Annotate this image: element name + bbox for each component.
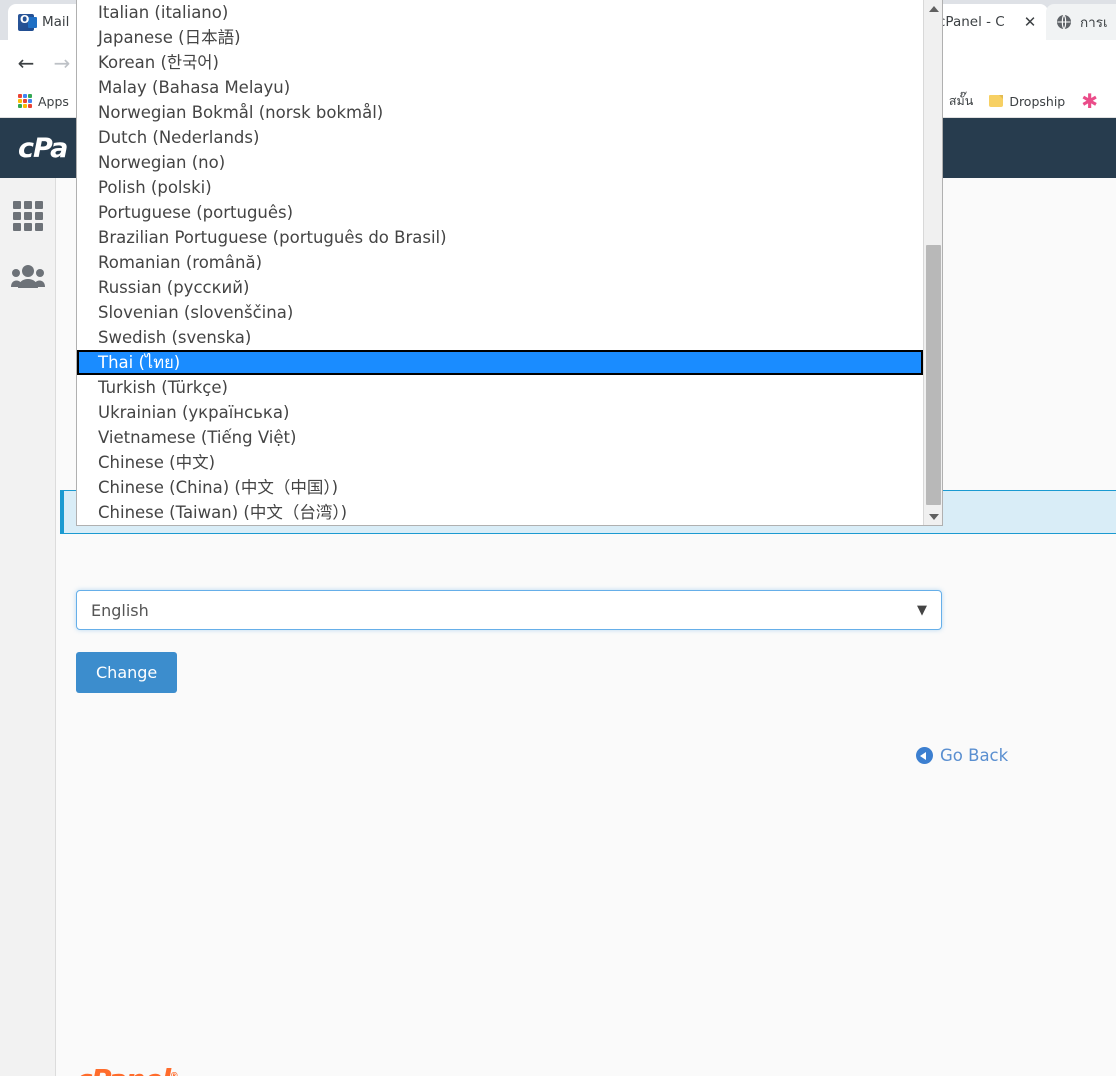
dropdown-option[interactable]: Ukrainian (українська) <box>77 400 923 425</box>
bookmark-label: Apps <box>38 93 69 109</box>
sidebar-item-apps[interactable] <box>12 200 44 232</box>
dropdown-option[interactable]: Malay (Bahasa Melayu) <box>77 75 923 100</box>
chevron-down-icon: ▼ <box>917 602 927 618</box>
browser-tab-title: การเ <box>1080 15 1108 31</box>
dropdown-option[interactable]: Romanian (română) <box>77 250 923 275</box>
bookmark-dropship[interactable]: Dropship <box>981 89 1073 113</box>
dropdown-option[interactable]: Vietnamese (Tiếng Việt) <box>77 425 923 450</box>
close-icon[interactable]: ✕ <box>1022 14 1038 30</box>
browser-tab-cpanel[interactable]: cPanel - C ✕ <box>928 4 1048 40</box>
bookmark-thai[interactable]: สมั๊น <box>941 89 981 113</box>
dropdown-option[interactable]: Polish (polski) <box>77 175 923 200</box>
back-icon[interactable]: ← <box>8 45 44 81</box>
cpanel-logo: cPa <box>18 132 68 164</box>
dropdown-option[interactable]: Portuguese (português) <box>77 200 923 225</box>
dropdown-option[interactable]: Chinese (中文) <box>77 450 923 475</box>
dropdown-option[interactable]: Slovenian (slovenščina) <box>77 300 923 325</box>
browser-tab-title: Mail <box>42 14 70 30</box>
scroll-up-icon[interactable] <box>924 0 942 17</box>
language-select[interactable]: English ▼ <box>76 590 942 630</box>
language-dropdown-list[interactable]: Italian (italiano) Japanese (日本語) Korean (… <box>76 0 943 526</box>
outlook-icon <box>18 13 37 31</box>
dropdown-option[interactable]: Russian (русский) <box>77 275 923 300</box>
people-icon <box>10 263 45 293</box>
dropdown-option[interactable]: Norwegian (no) <box>77 150 923 175</box>
cpanel-footer: cPanel® 86.0.22 <box>76 1063 245 1076</box>
forward-icon[interactable]: → <box>44 45 80 81</box>
bookmark-label: สมั๊น <box>948 93 974 108</box>
dropdown-option[interactable]: Norwegian Bokmål (norsk bokmål) <box>77 100 923 125</box>
bookmark-asterisk[interactable]: ✱ <box>1073 89 1106 113</box>
arrow-left-circle-icon <box>916 747 933 764</box>
globe-icon <box>1056 14 1072 30</box>
change-button[interactable]: Change <box>76 652 178 693</box>
dropdown-option[interactable]: Chinese (China) (中文（中国）) <box>77 475 923 500</box>
sidebar-item-users[interactable] <box>10 262 45 294</box>
folder-icon <box>989 95 1004 107</box>
cpanel-sidebar <box>0 178 56 1076</box>
grid-icon <box>12 201 43 231</box>
browser-tab-title: cPanel - C <box>938 14 1005 30</box>
bookmark-apps[interactable]: Apps <box>10 89 77 113</box>
cpanel-footer-logo: cPanel® <box>76 1063 179 1076</box>
dropdown-option[interactable]: Korean (한국어) <box>77 50 923 75</box>
language-select-value: English <box>91 600 149 620</box>
dropdown-scrollbar[interactable] <box>923 0 942 525</box>
dropdown-option[interactable]: Brazilian Portuguese (português do Brasi… <box>77 225 923 250</box>
dropdown-option[interactable]: Italian (italiano) <box>77 0 923 25</box>
scroll-down-icon[interactable] <box>924 508 942 525</box>
go-back-link[interactable]: Go Back <box>916 746 1008 765</box>
browser-tab-thai[interactable]: การเ <box>1046 4 1116 40</box>
go-back-label: Go Back <box>940 746 1009 765</box>
dropdown-option[interactable]: Turkish (Türkçe) <box>77 375 923 400</box>
asterisk-icon: ✱ <box>1081 89 1098 113</box>
dropdown-option[interactable]: Thai (ไทย) <box>77 350 923 375</box>
screen: Mail cPanel - C ✕ การเ ← → <box>0 0 1116 1076</box>
dropdown-option[interactable]: Dutch (Nederlands) <box>77 125 923 150</box>
bookmark-label: Dropship <box>1009 93 1066 109</box>
dropdown-option[interactable]: Chinese (Taiwan) (中文（台湾）) <box>77 500 923 525</box>
apps-grid-icon <box>18 94 32 108</box>
dropdown-options[interactable]: Italian (italiano) Japanese (日本語) Korean (… <box>77 0 923 525</box>
dropdown-option[interactable]: Japanese (日本語) <box>77 25 923 50</box>
scrollbar-thumb[interactable] <box>926 245 941 505</box>
dropdown-option[interactable]: Swedish (svenska) <box>77 325 923 350</box>
